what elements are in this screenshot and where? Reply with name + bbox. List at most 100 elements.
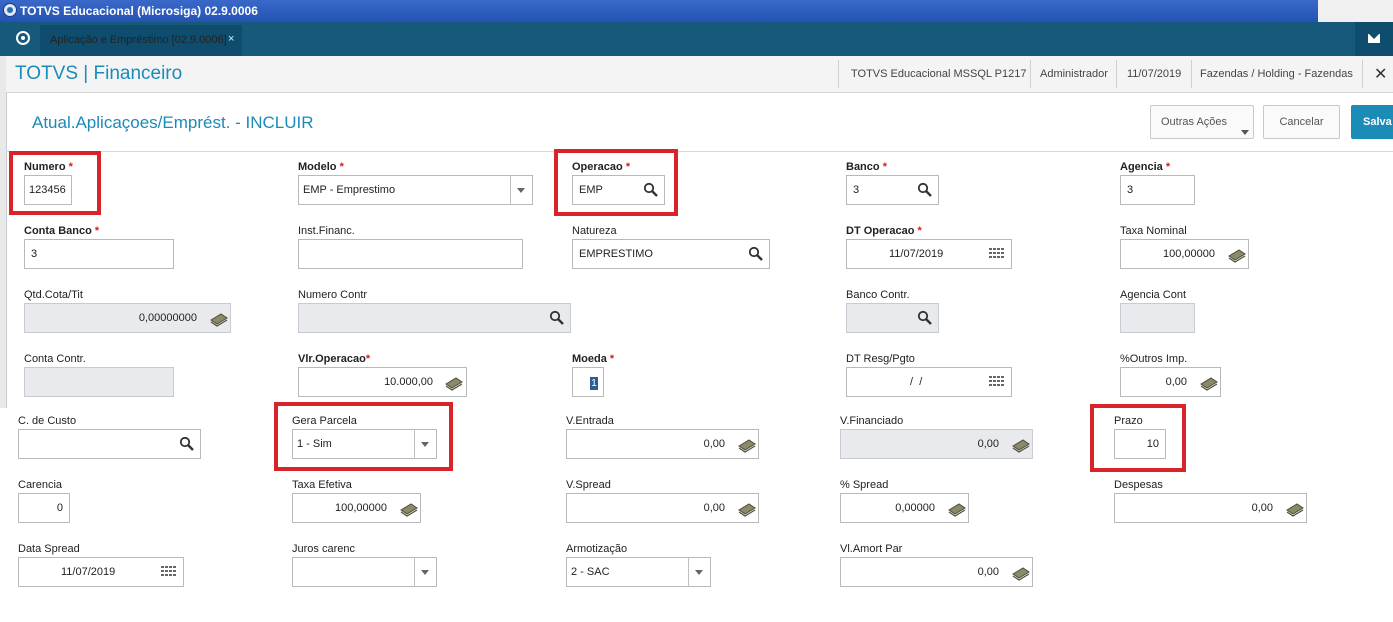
search-icon[interactable] (643, 182, 659, 198)
field-label: Qtd.Cota/Tit (24, 289, 83, 301)
field-label: Conta Contr. (24, 353, 86, 365)
search-icon[interactable] (179, 436, 195, 452)
field-label: % Spread (840, 479, 889, 491)
field-label: Numero * (24, 161, 73, 173)
close-icon[interactable]: ✕ (1374, 64, 1387, 84)
search-icon[interactable] (748, 246, 764, 262)
field-label: Despesas (1114, 479, 1163, 491)
armotizacao-select[interactable]: 2 - SAC (566, 557, 711, 587)
modelo-select[interactable]: EMP - Emprestimo (298, 175, 533, 205)
money-icon[interactable] (947, 501, 967, 517)
field-label: Operacao * (572, 161, 631, 173)
operacao-field[interactable]: EMP (572, 175, 665, 205)
taxa-nominal-field[interactable]: 100,00000 (1120, 239, 1249, 269)
cancel-button[interactable]: Cancelar (1263, 105, 1340, 139)
tab-aplicacao-emprestimo[interactable]: Aplicação e Empréstimo [02.9.0006] × (40, 25, 242, 56)
field-label: Taxa Efetiva (292, 479, 352, 491)
money-icon[interactable] (1285, 501, 1305, 517)
field-label: Moeda * (572, 353, 615, 365)
money-icon[interactable] (444, 375, 464, 391)
outros-imp-field[interactable]: 0,00 (1120, 367, 1221, 397)
brand-title: TOTVS | Financeiro (15, 63, 183, 84)
field-label: Juros carenc (292, 543, 355, 555)
c-custo-field[interactable] (18, 429, 201, 459)
inst-financ-field[interactable] (298, 239, 523, 269)
banco-field[interactable]: 3 (846, 175, 939, 205)
field-label: Agencia * (1120, 161, 1171, 173)
chevron-down-icon (517, 188, 525, 193)
juros-carenc-select[interactable] (292, 557, 437, 587)
mail-button[interactable] (1355, 22, 1393, 56)
v-spread-field[interactable]: 0,00 (566, 493, 759, 523)
v-financiado-field: 0,00 (840, 429, 1033, 459)
field-label: Prazo (1114, 415, 1143, 427)
text-cursor: 1 (590, 377, 598, 390)
header-divider (1362, 60, 1363, 88)
money-icon[interactable] (1011, 565, 1031, 581)
calendar-icon[interactable] (161, 566, 177, 580)
numero-field[interactable]: 123456 (24, 175, 72, 205)
agencia-field[interactable]: 3 (1120, 175, 1195, 205)
header-environment: TOTVS Educacional MSSQL P1217 (851, 68, 1027, 80)
field-label: C. de Custo (18, 415, 77, 427)
money-icon[interactable] (1199, 375, 1219, 391)
field-label: V.Entrada (566, 415, 614, 427)
field-label: %Outros Imp. (1120, 353, 1188, 365)
v-entrada-field[interactable]: 0,00 (566, 429, 759, 459)
prazo-field[interactable]: 10 (1114, 429, 1166, 459)
field-label: Banco * (846, 161, 887, 173)
field-label: Modelo * (298, 161, 344, 173)
data-spread-field[interactable]: 11/07/2019 (18, 557, 184, 587)
money-icon (1012, 439, 1030, 453)
taxa-efetiva-field[interactable]: 100,00000 (292, 493, 421, 523)
field-label: Banco Contr. (846, 289, 910, 301)
field-label: Data Spread (18, 543, 80, 555)
money-icon[interactable] (399, 501, 419, 517)
field-label: Conta Banco * (24, 225, 100, 237)
conta-banco-field[interactable]: 3 (24, 239, 174, 269)
conta-contr-field (24, 367, 174, 397)
window-title: TOTVS Educacional (Microsiga) 02.9.0006 (20, 4, 258, 18)
field-label: DT Operacao * (846, 225, 922, 237)
money-icon[interactable] (1227, 247, 1247, 263)
save-button[interactable]: Salva (1351, 105, 1393, 139)
header-divider (838, 60, 839, 88)
home-icon[interactable] (16, 31, 30, 45)
chevron-down-icon (421, 442, 429, 447)
left-edge (0, 56, 7, 408)
header-company: Fazendas / Holding - Fazendas (1200, 68, 1353, 80)
dt-operacao-field[interactable]: 11/07/2019 (846, 239, 1012, 269)
field-label: V.Financiado (840, 415, 904, 427)
search-icon[interactable] (917, 182, 933, 198)
field-label: Armotização (566, 543, 628, 555)
field-label: V.Spread (566, 479, 611, 491)
window-title-blank (1318, 0, 1393, 22)
moeda-field[interactable]: 1 (572, 367, 604, 397)
gera-parcela-select[interactable]: 1 - Sim (292, 429, 437, 459)
agencia-cont-field (1120, 303, 1195, 333)
calendar-icon[interactable] (989, 376, 1005, 390)
more-actions-button[interactable]: Outras Ações (1150, 105, 1254, 139)
field-label: Gera Parcela (292, 415, 357, 427)
app-icon (3, 3, 17, 17)
tab-close-icon[interactable]: × (228, 33, 234, 45)
natureza-field[interactable]: EMPRESTIMO (572, 239, 770, 269)
vlr-operacao-field[interactable]: 10.000,00 (298, 367, 467, 397)
pct-spread-field[interactable]: 0,00000 (840, 493, 969, 523)
despesas-field[interactable]: 0,00 (1114, 493, 1307, 523)
money-icon[interactable] (737, 501, 757, 517)
calendar-icon[interactable] (989, 248, 1005, 262)
dt-resg-field[interactable]: / / (846, 367, 1012, 397)
header-date: 11/07/2019 (1127, 68, 1182, 80)
search-icon[interactable] (549, 310, 565, 326)
money-icon[interactable] (737, 437, 757, 453)
field-label: Taxa Nominal (1120, 225, 1187, 237)
app-header (6, 56, 1393, 93)
search-icon[interactable] (917, 310, 933, 326)
carencia-field[interactable]: 0 (18, 493, 70, 523)
field-label: Carencia (18, 479, 63, 491)
chevron-down-icon (421, 570, 429, 575)
field-label: Vlr.Operacao* (298, 353, 371, 365)
vl-amort-par-field[interactable]: 0,00 (840, 557, 1033, 587)
header-divider (1191, 60, 1192, 88)
